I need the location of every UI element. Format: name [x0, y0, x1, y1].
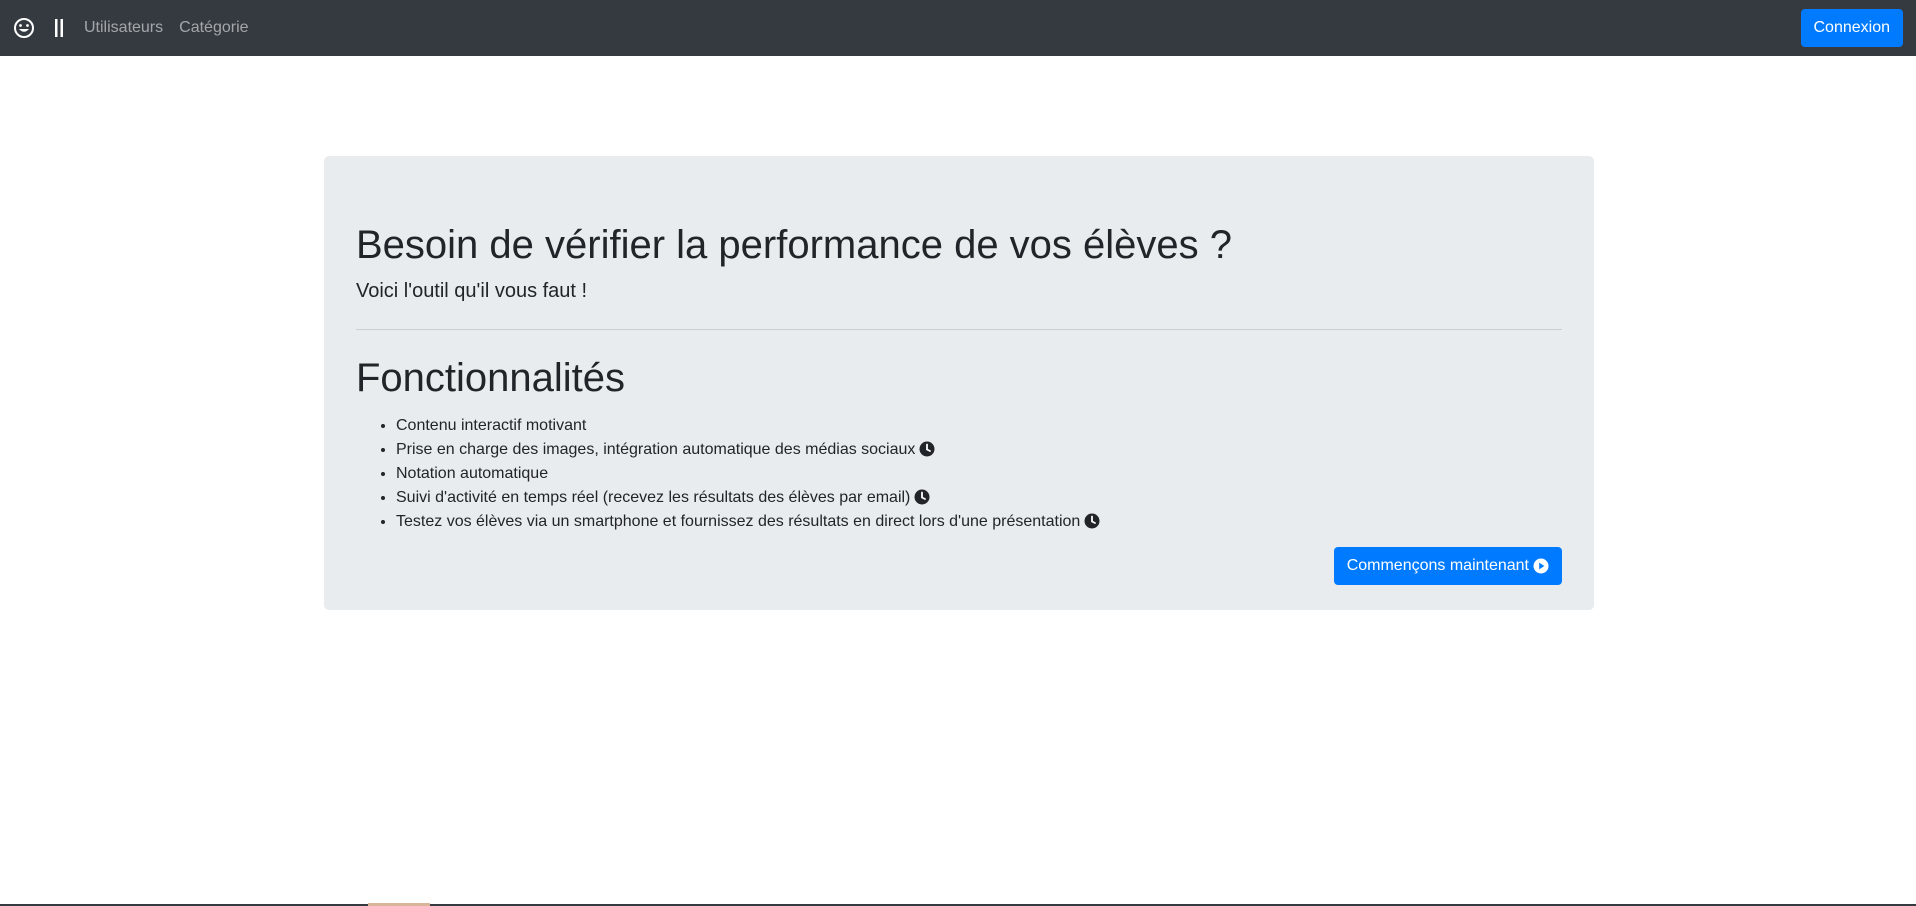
feature-text: Prise en charge des images, intégration …: [396, 441, 916, 458]
page-title: Besoin de vérifier la performance de vos…: [356, 223, 1233, 267]
nav-link-categorie[interactable]: Catégorie: [171, 19, 256, 37]
clock-icon: [919, 441, 935, 457]
smiley-icon[interactable]: [12, 16, 36, 40]
feature-text: Notation automatique: [396, 465, 549, 482]
start-now-button[interactable]: Commençons maintenant: [1333, 547, 1562, 585]
feature-text: Testez vos élèves via un smartphone et f…: [396, 513, 1081, 530]
feature-item: Testez vos élèves via un smartphone et f…: [396, 510, 1100, 534]
divider: [356, 329, 1562, 330]
feature-item: Notation automatique: [396, 462, 1100, 486]
double-bar-icon: [52, 16, 66, 40]
clock-icon: [914, 489, 930, 505]
feature-text: Contenu interactif motivant: [396, 417, 587, 434]
top-navbar: Utilisateurs Catégorie Connexion: [0, 0, 1916, 56]
features-title: Fonctionnalités: [356, 356, 626, 400]
features-list: Contenu interactif motivant Prise en cha…: [396, 414, 1100, 534]
feature-item: Contenu interactif motivant: [396, 414, 1100, 438]
start-now-label: Commençons maintenant: [1346, 557, 1529, 574]
lead-text: Voici l'outil qu'il vous faut !: [356, 280, 588, 302]
nav-links: Utilisateurs Catégorie: [84, 19, 257, 37]
login-button[interactable]: Connexion: [1800, 9, 1903, 47]
feature-item: Suivi d'activité en temps réel (recevez …: [396, 486, 1100, 510]
nav-link-utilisateurs[interactable]: Utilisateurs: [84, 19, 171, 37]
play-circle-icon: [1533, 558, 1549, 574]
feature-text: Suivi d'activité en temps réel (recevez …: [396, 489, 911, 506]
feature-item: Prise en charge des images, intégration …: [396, 438, 1100, 462]
hero-jumbotron: Besoin de vérifier la performance de vos…: [324, 156, 1594, 610]
clock-icon: [1084, 513, 1100, 529]
